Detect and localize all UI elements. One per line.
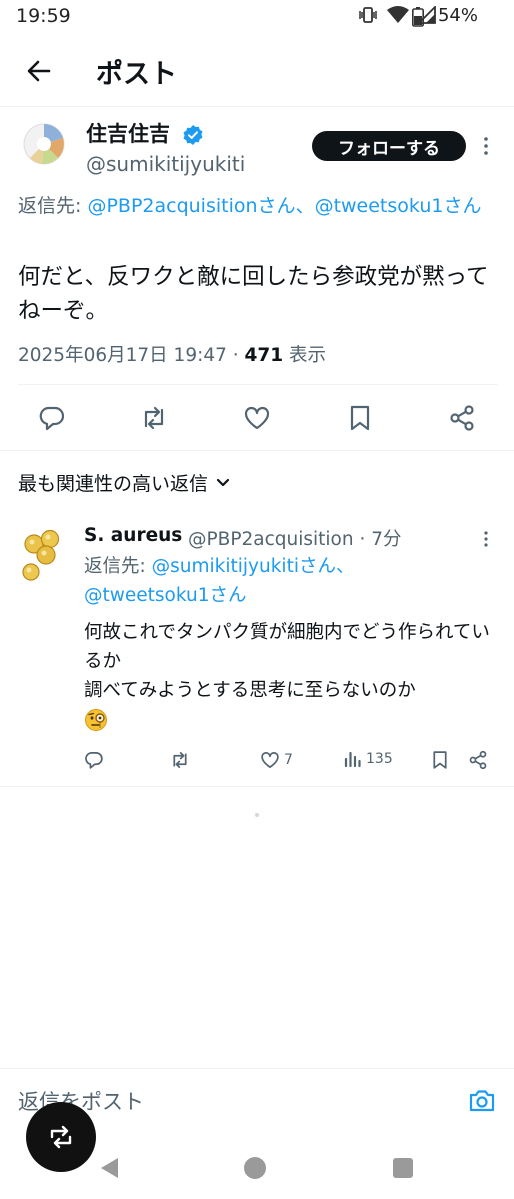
floating-action-button[interactable] (26, 1102, 96, 1172)
repost-icon[interactable] (140, 404, 168, 432)
nav-recents-icon[interactable] (393, 1158, 413, 1178)
mention-separator: 、 (295, 195, 315, 217)
reply-to-line: 返信先: @sumikitijyukitiさん、 @tweetsoku1さん (84, 552, 484, 610)
reply-handle-time[interactable]: @PBP2acquisition · 7分 (188, 525, 402, 551)
reply-sort-dropdown[interactable]: 最も関連性の高い返信 (18, 469, 230, 496)
post-datetime[interactable]: 2025年06月17日 19:47 (18, 345, 227, 366)
back-arrow-icon[interactable] (22, 54, 56, 88)
monocle-face-emoji-icon (85, 709, 107, 731)
mention-link[interactable]: @sumikitijyukitiさん (152, 556, 336, 577)
reply-to-prefix: 返信先: (18, 195, 88, 217)
reply-avatar[interactable] (20, 528, 68, 584)
mention-link[interactable]: @PBP2acquisitionさん (87, 195, 295, 217)
reply-icon (85, 751, 103, 769)
view-count-label: 表示 (283, 345, 327, 366)
reply-like-button[interactable]: 7 (260, 750, 293, 770)
reply-repost-button[interactable] (170, 750, 190, 770)
post-meta: 2025年06月17日 19:47 · 471 表示 (18, 341, 326, 367)
reply-body-line: 何故これでタンパク質が細胞内でどう作られているか (84, 622, 490, 672)
share-icon[interactable] (448, 404, 476, 432)
meta-separator: · (226, 345, 245, 366)
camera-icon[interactable] (468, 1088, 496, 1114)
reply-body-line: 調べてみようとする思考に至らないのか (84, 680, 416, 701)
divider (18, 384, 498, 385)
reply-comment-button[interactable] (84, 750, 104, 770)
divider (0, 1068, 514, 1069)
repost-icon (173, 752, 187, 768)
share-icon (469, 750, 487, 770)
loading-indicator (255, 813, 259, 817)
repost-icon (50, 1125, 72, 1149)
mention-link[interactable]: @tweetsoku1さん (315, 195, 482, 217)
battery-level: 54% (437, 5, 478, 26)
views-count: 135 (366, 751, 393, 767)
divider (0, 786, 514, 787)
vibrate-icon (359, 7, 377, 23)
reply-sort-label: 最も関連性の高い返信 (18, 473, 209, 495)
post-body: 何だと、反ワクと敵に回したら参政党が黙ってねーぞ。 (18, 264, 489, 324)
page-title: ポスト (96, 59, 177, 90)
battery-icon (412, 7, 424, 27)
author-name[interactable]: 住吉住吉 (86, 118, 170, 148)
mention-link[interactable]: @tweetsoku1さん (84, 585, 247, 606)
follow-button[interactable]: フォローする (312, 131, 466, 161)
reply-bookmark-button[interactable] (430, 750, 450, 770)
author-handle[interactable]: @sumikitijyukiti (86, 152, 245, 176)
nav-home-icon[interactable] (244, 1157, 266, 1179)
reply-body: 何故これでタンパク質が細胞内でどう作られているか 調べてみようとする思考に至らな… (84, 618, 504, 734)
reply-icon[interactable] (38, 404, 66, 432)
reply-views-button[interactable]: 135 (344, 750, 393, 768)
avatar[interactable] (18, 118, 70, 170)
nav-back-icon[interactable] (98, 1156, 120, 1180)
like-icon[interactable] (243, 404, 271, 432)
avatar-image (18, 118, 70, 170)
like-count: 7 (284, 752, 293, 768)
wifi-icon (387, 6, 409, 23)
divider (0, 450, 514, 451)
views-chart-icon (344, 751, 361, 768)
reply-to-line: 返信先: @PBP2acquisitionさん、@tweetsoku1さん (18, 192, 498, 221)
mention-separator: 、 (335, 556, 355, 577)
like-icon (261, 752, 279, 768)
app-header: ポスト (0, 38, 514, 104)
more-options-icon[interactable] (480, 530, 492, 548)
reply-action-bar: 7 135 (0, 748, 514, 776)
view-count: 471 (244, 345, 284, 366)
reply-author-name[interactable]: S. aureus (84, 525, 182, 546)
status-bar: 19:59 54% (0, 0, 514, 36)
reply-share-button[interactable] (468, 750, 488, 770)
more-options-icon[interactable] (480, 136, 492, 156)
chevron-down-icon (216, 478, 230, 486)
status-icons (358, 6, 436, 24)
bookmark-icon (433, 751, 447, 769)
verified-badge-icon (183, 125, 203, 145)
post-action-bar (0, 398, 514, 438)
status-time: 19:59 (16, 5, 71, 27)
bookmark-icon[interactable] (346, 404, 374, 432)
reply-to-prefix: 返信先: (84, 556, 152, 577)
divider (0, 106, 514, 107)
